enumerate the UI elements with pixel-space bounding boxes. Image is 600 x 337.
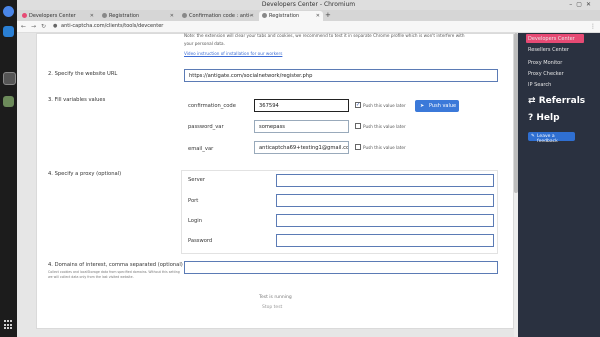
- proxy-login-label: Login: [188, 218, 202, 224]
- desktop-dock: [0, 0, 17, 337]
- chat-icon: ✎: [531, 134, 535, 139]
- var-value-password[interactable]: somepass: [254, 120, 349, 133]
- favicon-icon: [102, 13, 107, 18]
- tab-bar: Developers Center ✕ Registration ✕ Confi…: [17, 10, 600, 21]
- sidebar-item-proxy-monitor[interactable]: Proxy Monitor: [528, 60, 562, 66]
- chromium-icon[interactable]: [3, 6, 14, 17]
- tab-developers-center[interactable]: Developers Center ✕: [19, 11, 97, 21]
- arrows-icon: ⇄: [528, 96, 536, 106]
- tab-label: Confirmation code : anti-: [189, 13, 252, 19]
- push-later-label-2: Push this value later: [363, 124, 406, 129]
- back-icon[interactable]: ←: [21, 23, 26, 30]
- window-title: Developers Center - Chromium: [261, 1, 356, 8]
- menu-icon[interactable]: ⋮: [590, 23, 596, 30]
- push-later-label-3: Push this value later: [363, 145, 406, 150]
- tab-label: Developers Center: [29, 13, 76, 19]
- step5-hint-2: we will collect data only from the last …: [48, 275, 134, 279]
- test-status: Test is running: [259, 295, 292, 300]
- proxy-password-input[interactable]: [276, 234, 494, 247]
- sidebar-item-resellers-center[interactable]: Resellers Center: [528, 47, 569, 53]
- sidebar-referrals[interactable]: ⇄ Referrals: [528, 96, 585, 106]
- favicon-icon: [182, 13, 187, 18]
- proxy-port-input[interactable]: [276, 194, 494, 207]
- var-name-password: password_var: [188, 124, 224, 130]
- favicon-icon: [22, 13, 27, 18]
- var-name-email: email_var: [188, 146, 214, 152]
- sidebar-help[interactable]: ? Help: [528, 113, 560, 123]
- proxy-login-input[interactable]: [276, 214, 494, 227]
- close-icon[interactable]: ✕: [90, 13, 94, 19]
- sidebar-item-ip-search[interactable]: IP Search: [528, 82, 551, 88]
- sidebar-item-proxy-checker[interactable]: Proxy Checker: [528, 71, 564, 77]
- var-name-confirmation-code: confirmation_code: [188, 103, 236, 109]
- reload-icon[interactable]: ↻: [41, 23, 46, 30]
- video-instruction-link[interactable]: Video instruction of installation for ou…: [184, 51, 282, 56]
- domains-input[interactable]: [184, 261, 498, 274]
- feedback-label: Leave a feedback: [537, 134, 558, 144]
- push-later-checkbox-1[interactable]: ✓: [355, 102, 361, 108]
- close-icon[interactable]: ✕: [316, 13, 320, 19]
- address-bar: ← → ↻ ● anti-captcha.com/clients/tools/d…: [17, 21, 600, 33]
- forward-icon[interactable]: →: [31, 23, 36, 30]
- proxy-port-label: Port: [188, 198, 199, 204]
- sidebar: Developers Center Resellers Center Proxy…: [518, 33, 600, 337]
- tab-registration[interactable]: Registration ✕: [99, 11, 177, 21]
- leave-feedback-button[interactable]: ✎ Leave a feedback: [528, 132, 575, 144]
- close-icon[interactable]: ✕: [250, 13, 254, 19]
- new-tab-button[interactable]: +: [325, 11, 331, 19]
- tab-registration-active[interactable]: Registration ✕: [259, 11, 323, 21]
- tab-confirmation-code[interactable]: Confirmation code : anti- ✕: [179, 11, 257, 21]
- favicon-icon: [262, 13, 267, 18]
- proxy-server-input[interactable]: [276, 174, 494, 187]
- app-icon[interactable]: [3, 96, 14, 107]
- referrals-label: Referrals: [538, 96, 586, 106]
- title-bar: Developers Center - Chromium –▢✕: [17, 0, 600, 10]
- step4-label: 4. Specify a proxy (optional): [48, 171, 122, 177]
- push-value-label: Push value: [429, 103, 457, 109]
- send-icon: ➤: [420, 103, 425, 109]
- terminal-icon[interactable]: [3, 72, 16, 85]
- proxy-password-label: Password: [188, 238, 213, 244]
- push-value-button[interactable]: ➤ Push value: [415, 100, 459, 112]
- push-later-checkbox-3[interactable]: [355, 144, 361, 150]
- step3-label: 3. Fill variables values: [48, 97, 106, 103]
- help-icon: ?: [528, 113, 534, 123]
- tab-label: Registration: [109, 13, 140, 19]
- var-value-confirmation-code[interactable]: 367594: [254, 99, 349, 112]
- proxy-server-label: Server: [188, 177, 206, 183]
- close-icon[interactable]: ✕: [170, 13, 174, 19]
- lock-icon: ●: [53, 23, 58, 29]
- help-label: Help: [536, 113, 560, 123]
- step5-label: 4. Domains of interest, comma separated …: [48, 262, 183, 268]
- website-url-input[interactable]: https://antigate.com/socialnetwork/regis…: [184, 69, 498, 82]
- window-controls[interactable]: –▢✕: [569, 1, 595, 8]
- push-later-label-1: Push this value later: [363, 103, 406, 108]
- note-text: Note: the extension will clear your tabs…: [184, 33, 465, 38]
- stop-test-button[interactable]: Stop test: [262, 305, 282, 310]
- var-value-email[interactable]: anticaptcha69+testing1@gmail.com: [254, 141, 349, 154]
- vscode-icon[interactable]: [3, 26, 14, 37]
- step2-label: 2. Specify the website URL: [48, 71, 118, 77]
- url-field[interactable]: anti-captcha.com/clients/tools/devcenter: [61, 23, 163, 29]
- tab-label: Registration: [269, 13, 300, 19]
- push-later-checkbox-2[interactable]: [355, 123, 361, 129]
- sidebar-item-developers-center[interactable]: Developers Center: [528, 36, 575, 42]
- note-text-2: your personal data.: [184, 41, 225, 46]
- step5-hint: Collect cookies and localStorage data fr…: [48, 270, 180, 274]
- show-apps-icon[interactable]: [4, 320, 14, 330]
